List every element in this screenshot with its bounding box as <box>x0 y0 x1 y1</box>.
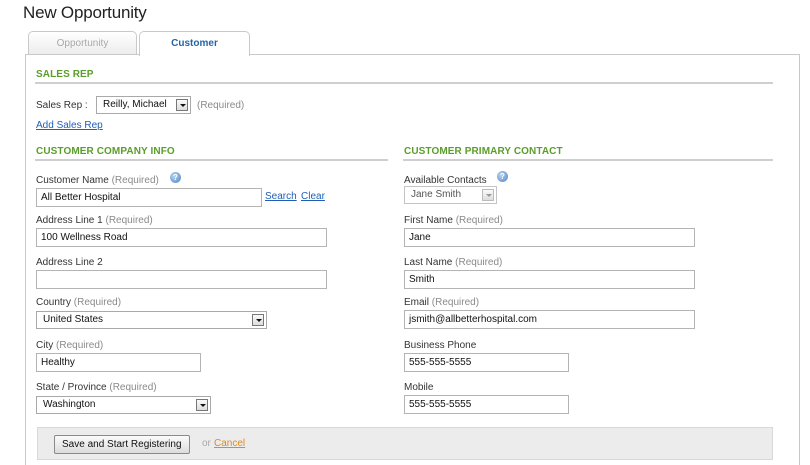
primary-contact-divider <box>403 159 773 161</box>
address2-field[interactable] <box>36 270 327 289</box>
available-contacts-select[interactable]: Jane Smith <box>404 186 497 204</box>
customer-name-label-text: Customer Name <box>36 175 109 186</box>
last-name-required: (Required) <box>455 257 503 268</box>
city-label-text: City <box>36 340 54 351</box>
add-sales-rep-link[interactable]: Add Sales Rep <box>36 120 103 131</box>
last-name-label-text: Last Name <box>404 257 453 268</box>
cancel-link[interactable]: Cancel <box>214 438 245 449</box>
state-label: State / Province (Required) <box>36 382 157 393</box>
help-icon[interactable]: ? <box>170 172 181 183</box>
first-name-label: First Name (Required) <box>404 215 503 226</box>
chevron-down-icon <box>482 189 494 201</box>
sales-rep-required: (Required) <box>197 100 245 111</box>
mobile-label: Mobile <box>404 382 434 393</box>
address2-label: Address Line 2 <box>36 257 103 268</box>
address1-label: Address Line 1 (Required) <box>36 215 153 226</box>
country-required: (Required) <box>73 297 122 308</box>
mobile-field[interactable]: 555-555-5555 <box>404 395 569 414</box>
sales-rep-heading: SALES REP <box>36 69 94 80</box>
country-label-text: Country <box>36 297 72 308</box>
business-phone-label: Business Phone <box>404 340 477 351</box>
sales-rep-selected: Reilly, Michael <box>103 99 167 110</box>
sales-rep-label: Sales Rep : <box>36 100 88 111</box>
address1-label-text: Address Line 1 <box>36 215 103 226</box>
address1-field[interactable]: 100 Wellness Road <box>36 228 327 247</box>
email-label-text: Email <box>404 297 430 308</box>
clear-link[interactable]: Clear <box>301 191 325 202</box>
email-field[interactable]: jsmith@allbetterhospital.com <box>404 310 695 329</box>
city-label: City (Required) <box>36 340 103 351</box>
first-name-label-text: First Name <box>404 215 453 226</box>
state-selected: Washington <box>43 399 96 410</box>
available-contacts-selected: Jane Smith <box>411 189 462 200</box>
chevron-down-icon <box>252 314 264 326</box>
address1-required: (Required) <box>105 215 153 226</box>
tab-customer[interactable]: Customer <box>139 31 250 56</box>
tab-opportunity[interactable]: Opportunity <box>28 31 137 55</box>
help-icon[interactable]: ? <box>497 171 508 182</box>
customer-name-required: (Required) <box>111 175 159 186</box>
or-text: or <box>202 438 211 449</box>
state-required: (Required) <box>109 382 157 393</box>
email-label: Email (Required) <box>404 297 479 308</box>
last-name-label: Last Name (Required) <box>404 257 502 268</box>
sales-rep-divider <box>35 82 773 84</box>
country-selected: United States <box>43 314 104 325</box>
company-info-heading: CUSTOMER COMPANY INFO <box>36 146 175 157</box>
city-field[interactable]: Healthy <box>36 353 201 372</box>
email-required: (Required) <box>431 297 480 308</box>
save-and-start-registering-button[interactable]: Save and Start Registering <box>54 435 190 454</box>
company-info-divider <box>35 159 388 161</box>
sales-rep-select[interactable]: Reilly, Michael <box>96 96 191 114</box>
customer-name-field[interactable]: All Better Hospital <box>36 188 262 207</box>
last-name-field[interactable]: Smith <box>404 270 695 289</box>
business-phone-field[interactable]: 555-555-5555 <box>404 353 569 372</box>
first-name-required: (Required) <box>455 215 503 226</box>
state-label-text: State / Province <box>36 382 107 393</box>
available-contacts-label: Available Contacts <box>404 175 487 186</box>
first-name-field[interactable]: Jane <box>404 228 695 247</box>
city-required: (Required) <box>56 340 104 351</box>
customer-name-label: Customer Name (Required) <box>36 175 159 186</box>
state-select[interactable]: Washington <box>36 396 211 414</box>
primary-contact-heading: CUSTOMER PRIMARY CONTACT <box>404 146 563 157</box>
chevron-down-icon <box>176 99 188 111</box>
country-label: Country (Required) <box>36 297 121 308</box>
form-actions-bar: Save and Start Registering or Cancel <box>37 427 773 460</box>
country-select[interactable]: United States <box>36 311 267 329</box>
chevron-down-icon <box>196 399 208 411</box>
search-link[interactable]: Search <box>265 191 297 202</box>
page-title: New Opportunity <box>23 3 147 22</box>
